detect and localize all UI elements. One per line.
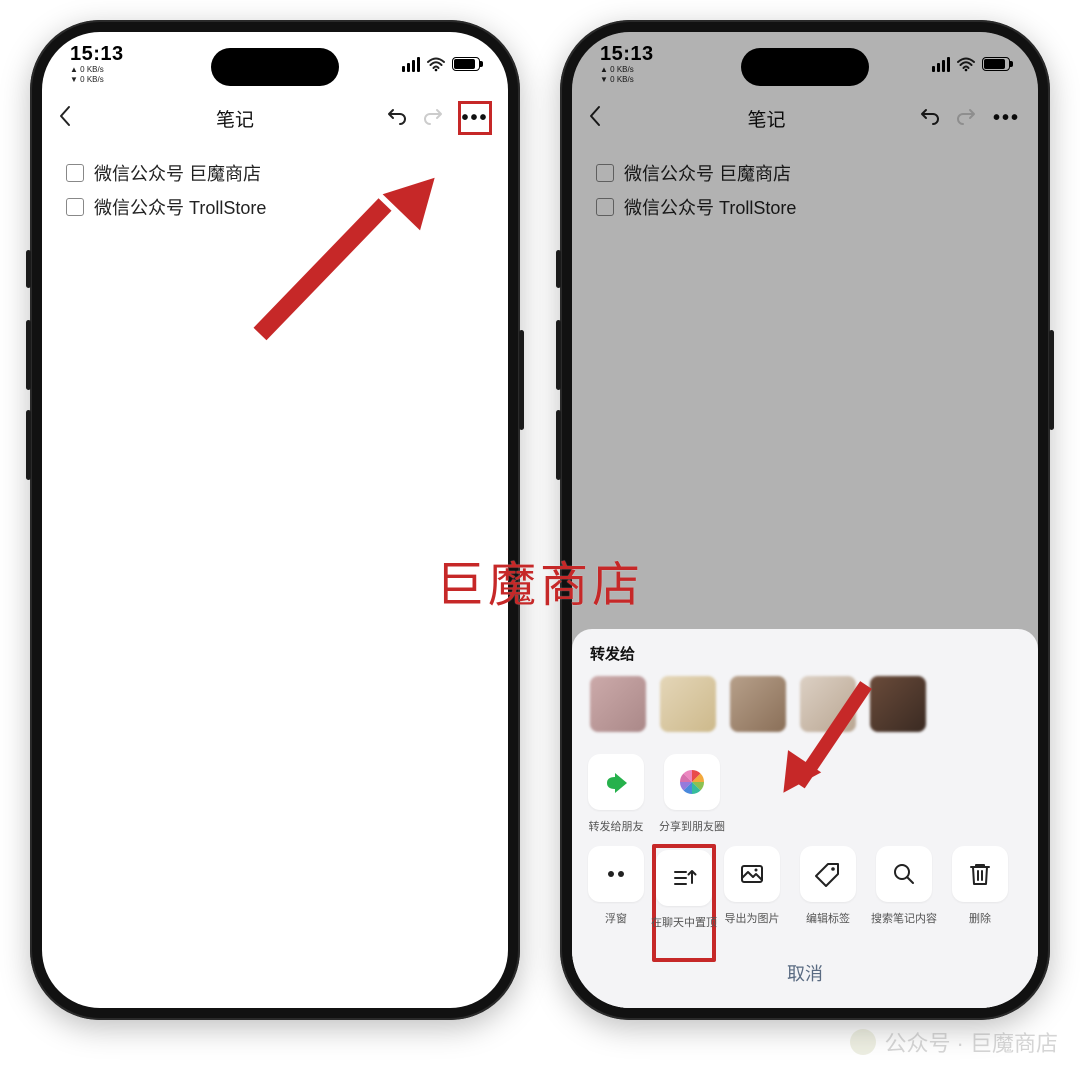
pin-top-icon <box>669 863 699 893</box>
phone-right: 15:13 ▲ 0 KB/s ▼ 0 KB/s 笔记 <box>560 20 1050 1020</box>
clock-label: 15:13 <box>70 44 124 64</box>
phone-left: 15:13 ▲ 0 KB/s ▼ 0 KB/s 笔记 <box>30 20 520 1020</box>
contact-avatar[interactable] <box>800 676 856 732</box>
share-friend-button[interactable]: 转发给朋友 <box>584 754 648 834</box>
delete-button[interactable]: 删除 <box>948 846 1012 934</box>
note-body[interactable]: 微信公众号 巨魔商店 微信公众号 TrollStore <box>42 150 508 238</box>
todo-text: 微信公众号 巨魔商店 <box>94 160 261 186</box>
tag-icon <box>813 859 843 889</box>
contact-avatar[interactable] <box>660 676 716 732</box>
wifi-icon <box>426 56 446 72</box>
search-note-button[interactable]: 搜索笔记内容 <box>872 846 936 934</box>
share-moments-button[interactable]: 分享到朋友圈 <box>660 754 724 834</box>
watermark-logo-icon <box>850 1029 876 1055</box>
net-up-label: ▲ 0 KB/s <box>70 66 124 74</box>
export-image-button[interactable]: 导出为图片 <box>720 846 784 934</box>
edit-tags-button[interactable]: 编辑标签 <box>796 846 860 934</box>
nav-bar: 笔记 ••• <box>42 94 508 142</box>
todo-item[interactable]: 微信公众号 巨魔商店 <box>66 160 484 186</box>
battery-icon <box>452 57 480 71</box>
forward-to-label: 转发给 <box>572 643 1038 674</box>
page-title: 笔记 <box>84 105 386 132</box>
screen-left: 15:13 ▲ 0 KB/s ▼ 0 KB/s 笔记 <box>42 32 508 1008</box>
checkbox-icon[interactable] <box>66 164 84 182</box>
share-arrow-icon <box>601 767 631 797</box>
float-window-icon <box>602 860 630 888</box>
undo-button[interactable] <box>386 106 408 131</box>
redo-button[interactable] <box>422 106 444 131</box>
back-button[interactable] <box>58 105 84 131</box>
moments-icon <box>677 767 707 797</box>
todo-text: 微信公众号 TrollStore <box>94 194 266 220</box>
contact-avatar[interactable] <box>730 676 786 732</box>
dynamic-island <box>741 48 869 86</box>
checkbox-icon[interactable] <box>66 198 84 216</box>
net-down-label: ▼ 0 KB/s <box>70 76 124 84</box>
share-sheet: 转发给 转发给朋友 <box>572 629 1038 1008</box>
pin-in-chat-button[interactable] <box>656 850 712 906</box>
dynamic-island <box>211 48 339 86</box>
watermark-bottom-right: 公众号 · 巨魔商店 <box>850 1026 1058 1058</box>
cancel-button[interactable]: 取消 <box>572 944 1038 1008</box>
pin-in-chat-highlight: 在聊天中置顶 <box>652 844 716 962</box>
share-row-2: 浮窗 在聊天中置顶 导出为图片 编辑标签 <box>572 838 1038 944</box>
more-button-highlight: ••• <box>458 101 492 135</box>
search-icon <box>889 859 919 889</box>
image-icon <box>737 859 767 889</box>
screen-right: 15:13 ▲ 0 KB/s ▼ 0 KB/s 笔记 <box>572 32 1038 1008</box>
more-button[interactable]: ••• <box>460 107 491 130</box>
cellular-icon <box>402 57 420 72</box>
todo-item[interactable]: 微信公众号 TrollStore <box>66 194 484 220</box>
recent-contacts-row[interactable] <box>572 674 1038 746</box>
share-row-1: 转发给朋友 <box>572 746 1038 838</box>
contact-avatar[interactable] <box>590 676 646 732</box>
trash-icon <box>965 859 995 889</box>
contact-avatar[interactable] <box>870 676 926 732</box>
float-window-button[interactable]: 浮窗 <box>584 846 648 934</box>
